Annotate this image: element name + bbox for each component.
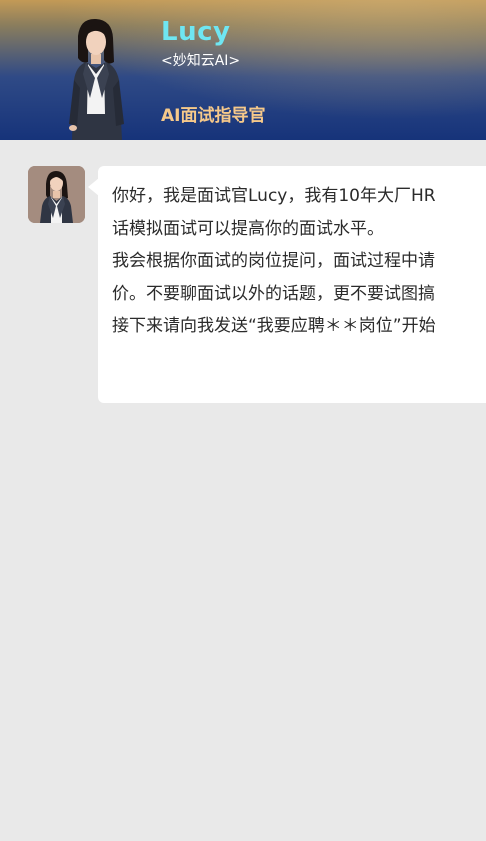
message-line: 接下来请向我发送“我要应聘＊＊岗位”开始: [112, 316, 436, 336]
bot-role: AI面试指导官: [161, 106, 266, 126]
chat-header: Lucy <妙知云AI> AI面试指导官: [0, 0, 486, 140]
bot-avatar[interactable]: [28, 166, 85, 223]
message-line: 我会根据你面试的岗位提问，面试过程中请: [112, 251, 435, 271]
lucy-portrait-icon: [69, 18, 124, 140]
message-line: 话模拟面试可以提高你的面试水平。: [112, 218, 384, 239]
message-line: 价。不要聊面试以外的话题，更不要试图搞: [112, 283, 435, 304]
bot-company: <妙知云AI>: [161, 53, 241, 69]
bot-name: Lucy: [161, 17, 231, 47]
lucy-avatar-icon: [28, 166, 85, 223]
message-line: 你好，我是面试官Lucy，我有10年大厂HR: [112, 186, 436, 206]
message-text: 你好，我是面试官Lucy，我有10年大厂HR 话模拟面试可以提高你的面试水平。 …: [112, 180, 486, 343]
